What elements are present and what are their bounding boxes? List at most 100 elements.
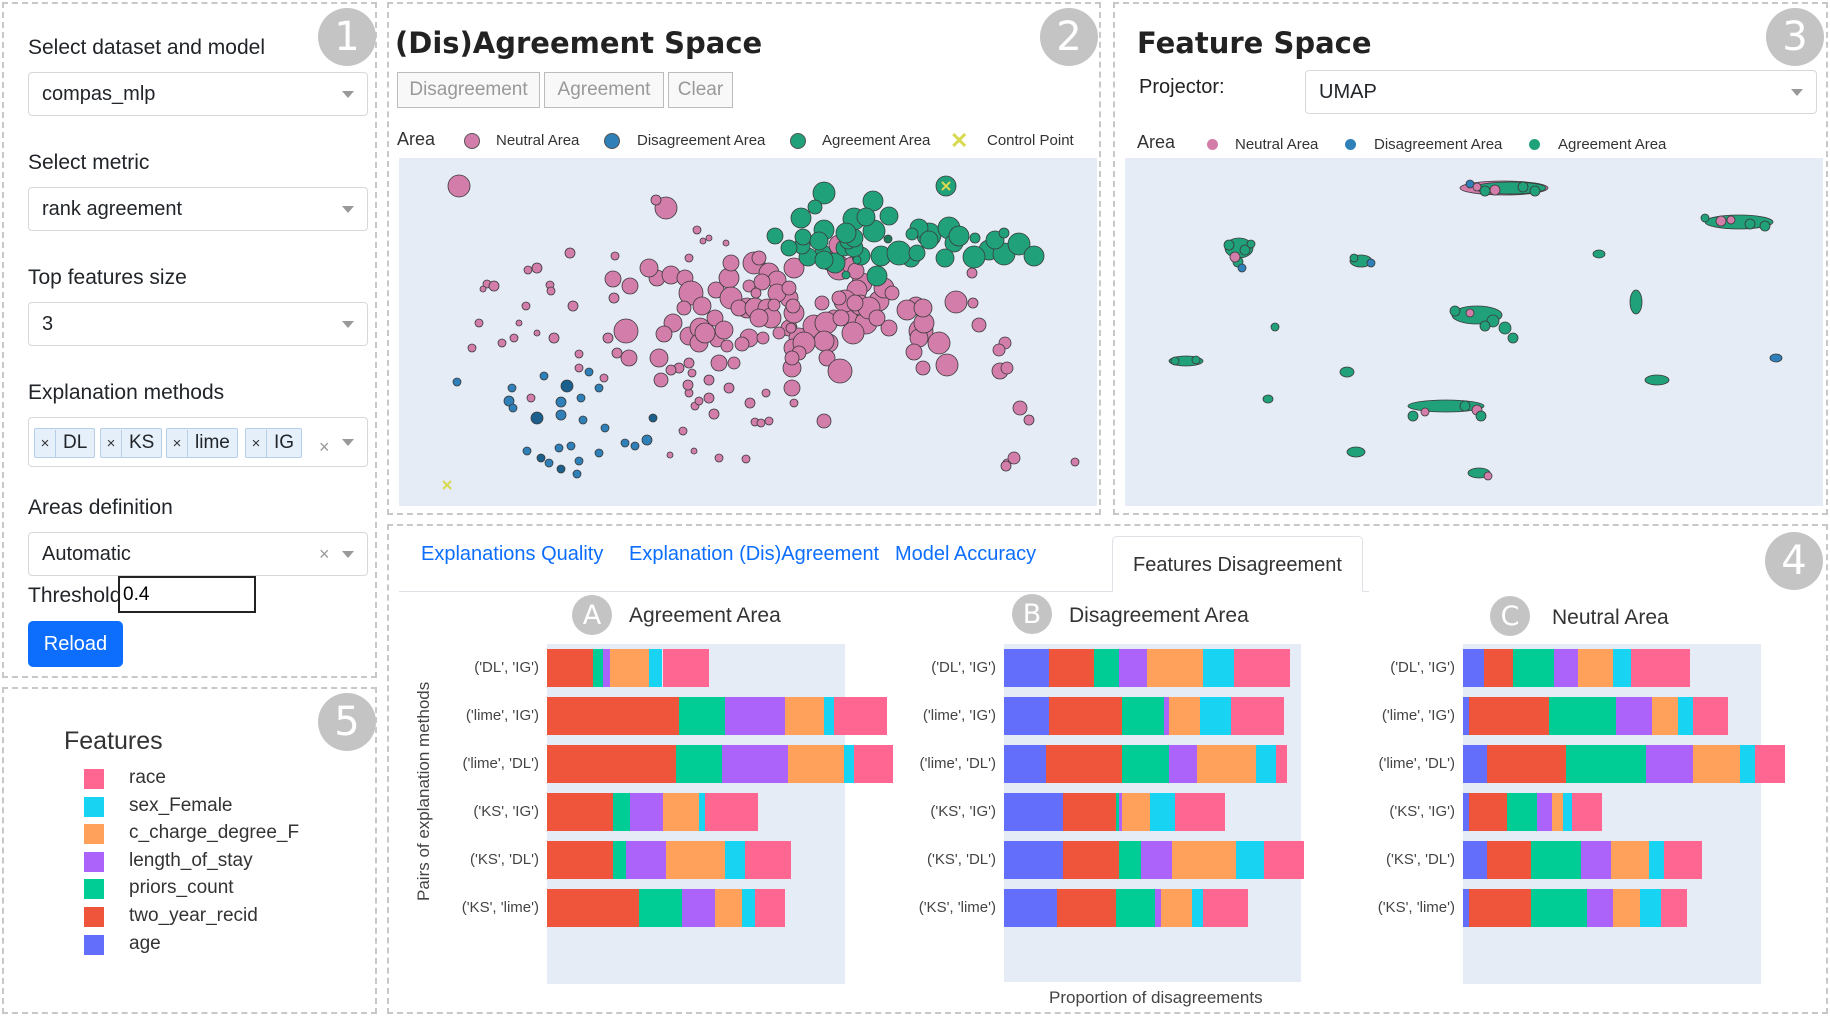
bar-segment[interactable]: [1256, 745, 1276, 783]
bar-segment[interactable]: [1536, 793, 1552, 831]
bar-segment[interactable]: [547, 793, 613, 831]
bar-segment[interactable]: [682, 889, 716, 927]
bar-segment[interactable]: [1740, 745, 1756, 783]
bar-segment[interactable]: [1233, 649, 1290, 687]
bar-segment[interactable]: [1507, 793, 1537, 831]
bar-segment[interactable]: [1468, 889, 1531, 927]
bar-segment[interactable]: [741, 889, 755, 927]
bar-segment[interactable]: [1160, 889, 1192, 927]
bar-segment[interactable]: [1513, 649, 1555, 687]
bar-segment[interactable]: [1236, 841, 1265, 879]
bar-segment[interactable]: [784, 697, 825, 735]
feature-label[interactable]: length_of_stay: [129, 850, 253, 872]
legend-item[interactable]: Neutral Area: [496, 132, 579, 149]
threshold-input[interactable]: [118, 576, 256, 613]
bar-segment[interactable]: [547, 649, 594, 687]
bar-segment[interactable]: [834, 697, 887, 735]
tab-explanation-disagreement[interactable]: Explanation (Dis)Agreement: [609, 526, 899, 582]
bar-segment[interactable]: [1004, 649, 1049, 687]
bar-segment[interactable]: [1648, 841, 1664, 879]
bar-segment[interactable]: [705, 793, 759, 831]
bar-segment[interactable]: [613, 793, 630, 831]
bar-segment[interactable]: [603, 649, 610, 687]
bar-segment[interactable]: [547, 841, 613, 879]
bar-segment[interactable]: [1566, 745, 1646, 783]
bar-segment[interactable]: [715, 889, 742, 927]
bar-segment[interactable]: [1548, 697, 1617, 735]
bar-segment[interactable]: [1530, 841, 1581, 879]
legend-item[interactable]: Agreement Area: [822, 132, 930, 149]
bar-segment[interactable]: [1149, 793, 1175, 831]
bar-segment[interactable]: [1651, 697, 1679, 735]
bar-segment[interactable]: [1483, 649, 1514, 687]
bar-segment[interactable]: [1121, 793, 1150, 831]
dataset-select[interactable]: compas_mlp: [28, 72, 368, 116]
disagreement-button[interactable]: Disagreement: [397, 72, 540, 108]
bar-segment[interactable]: [1048, 697, 1122, 735]
bar-segment[interactable]: [1093, 649, 1119, 687]
tab-model-accuracy[interactable]: Model Accuracy: [875, 526, 1056, 582]
bar-segment[interactable]: [613, 841, 627, 879]
bar-segment[interactable]: [547, 697, 679, 735]
bar-segment[interactable]: [1057, 889, 1116, 927]
feature-label[interactable]: priors_count: [129, 877, 234, 899]
feature-scatter-plot[interactable]: [1125, 158, 1823, 506]
bar-segment[interactable]: [1146, 649, 1203, 687]
bar-segment[interactable]: [675, 745, 722, 783]
bar-segment[interactable]: [754, 889, 785, 927]
bar-segment[interactable]: [1678, 697, 1694, 735]
bar-segment[interactable]: [1660, 889, 1688, 927]
clear-icon[interactable]: ×: [319, 533, 330, 575]
bar-segment[interactable]: [629, 793, 663, 831]
bar-segment[interactable]: [547, 745, 676, 783]
feature-label[interactable]: race: [129, 767, 166, 789]
chevron-down-icon[interactable]: [342, 321, 354, 328]
bar-segment[interactable]: [1578, 649, 1614, 687]
bar-segment[interactable]: [1191, 889, 1203, 927]
topk-select[interactable]: 3: [28, 302, 368, 346]
bar-segment[interactable]: [1004, 745, 1046, 783]
legend-item[interactable]: Disagreement Area: [637, 132, 765, 149]
bar-segment[interactable]: [1169, 745, 1198, 783]
bar-segment[interactable]: [662, 649, 709, 687]
bar-segment[interactable]: [1640, 889, 1661, 927]
bar-segment[interactable]: [1062, 841, 1119, 879]
bar-segment[interactable]: [1202, 889, 1248, 927]
bar-segment[interactable]: [1118, 841, 1142, 879]
feature-label[interactable]: c_charge_degree_F: [129, 822, 299, 844]
bar-segment[interactable]: [1468, 697, 1549, 735]
bar-segment[interactable]: [1693, 745, 1741, 783]
bar-segment[interactable]: [1048, 649, 1094, 687]
chevron-down-icon[interactable]: [342, 91, 354, 98]
bar-segment[interactable]: [725, 841, 745, 879]
bar-segment[interactable]: [1554, 649, 1579, 687]
bar-segment[interactable]: [1062, 793, 1116, 831]
bar-segment[interactable]: [1046, 745, 1122, 783]
feature-label[interactable]: two_year_recid: [129, 905, 258, 927]
bar-segment[interactable]: [1004, 841, 1063, 879]
bar-segment[interactable]: [1118, 649, 1147, 687]
bar-segment[interactable]: [1275, 745, 1287, 783]
agreement-button[interactable]: Agreement: [544, 72, 664, 108]
bar-segment[interactable]: [1755, 745, 1785, 783]
feature-label[interactable]: age: [129, 933, 161, 955]
remove-tag-icon[interactable]: ×: [35, 430, 56, 458]
tab-explanations-quality[interactable]: Explanations Quality: [401, 526, 623, 582]
bar-segment[interactable]: [844, 745, 854, 783]
bar-segment[interactable]: [1693, 697, 1729, 735]
bar-segment[interactable]: [1121, 745, 1170, 783]
bar-segment[interactable]: [1581, 841, 1611, 879]
bar-segment[interactable]: [1572, 793, 1602, 831]
remove-tag-icon[interactable]: ×: [246, 430, 267, 458]
bar-segment[interactable]: [787, 745, 844, 783]
bar-segment[interactable]: [1264, 841, 1304, 879]
reload-button[interactable]: Reload: [28, 621, 123, 667]
bar-segment[interactable]: [745, 841, 792, 879]
bar-segment[interactable]: [1200, 697, 1231, 735]
legend-item[interactable]: Agreement Area: [1558, 136, 1666, 153]
method-tag[interactable]: × lime: [166, 428, 238, 458]
bar-segment[interactable]: [1174, 793, 1226, 831]
bar-segment[interactable]: [1551, 793, 1564, 831]
legend-item[interactable]: Neutral Area: [1235, 136, 1318, 153]
clear-button[interactable]: Clear: [668, 72, 733, 108]
